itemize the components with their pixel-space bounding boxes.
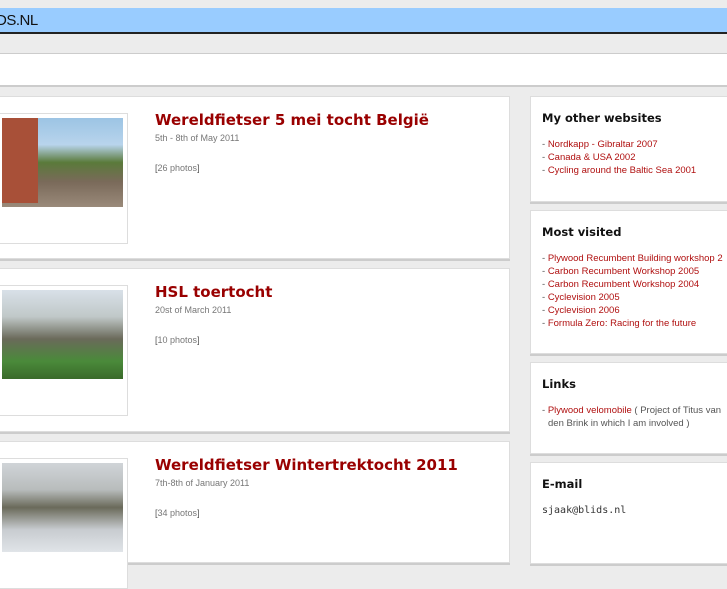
nav-bar [0,34,727,54]
other-websites-box: My other websites - Nordkapp - Gibraltar… [530,96,727,202]
most-visited-link[interactable]: Carbon Recumbent Workshop 2004 [548,279,699,290]
photo-count: [26 photos] [155,163,200,173]
site-title[interactable]: DS.NL [0,12,38,29]
photos-link[interactable]: 26 photos [158,163,198,173]
album-thumbnail[interactable] [0,458,128,589]
website-link[interactable]: Cycling around the Baltic Sea 2001 [548,165,696,176]
album-thumbnail[interactable] [0,113,128,244]
photo-count: [34 photos] [155,508,200,518]
album-date: 5th - 8th of May 2011 [155,133,240,143]
box-title: My other websites [542,111,662,125]
links-box: Links - Plywood velomobile ( Project of … [530,362,727,454]
banner [0,54,727,87]
photos-link[interactable]: 10 photos [158,335,198,345]
most-visited-link[interactable]: Cyclevision 2005 [548,292,620,303]
album-card: HSL toertocht 20st of March 2011 [10 pho… [0,268,510,432]
most-visited-box: Most visited - Plywood Recumbent Buildin… [530,210,727,354]
album-card: Wereldfietser 5 mei tocht België 5th - 8… [0,96,510,259]
album-thumbnail[interactable] [0,285,128,416]
album-title[interactable]: Wereldfietser Wintertrektocht 2011 [155,456,458,474]
most-visited-link[interactable]: Plywood Recumbent Building workshop 2 [548,253,723,264]
photos-link[interactable]: 34 photos [158,508,198,518]
photo-count: [10 photos] [155,335,200,345]
album-title[interactable]: HSL toertocht [155,283,272,301]
most-visited-link[interactable]: Cyclevision 2006 [548,305,620,316]
box-title: Most visited [542,225,622,239]
box-title: E-mail [542,477,583,491]
album-date: 20st of March 2011 [155,305,232,315]
most-visited-link[interactable]: Formula Zero: Racing for the future [548,318,696,329]
album-title[interactable]: Wereldfietser 5 mei tocht België [155,111,429,129]
site-header: DS.NL [0,8,727,34]
website-link[interactable]: Nordkapp - Gibraltar 2007 [548,139,658,150]
email-address: sjaak@blids.nl [542,505,627,516]
velomobile-link[interactable]: Plywood velomobile [548,405,632,416]
box-title: Links [542,377,576,391]
website-link[interactable]: Canada & USA 2002 [548,152,636,163]
email-box: E-mail sjaak@blids.nl [530,462,727,564]
most-visited-link[interactable]: Carbon Recumbent Workshop 2005 [548,266,699,277]
album-date: 7th-8th of January 2011 [155,478,250,488]
